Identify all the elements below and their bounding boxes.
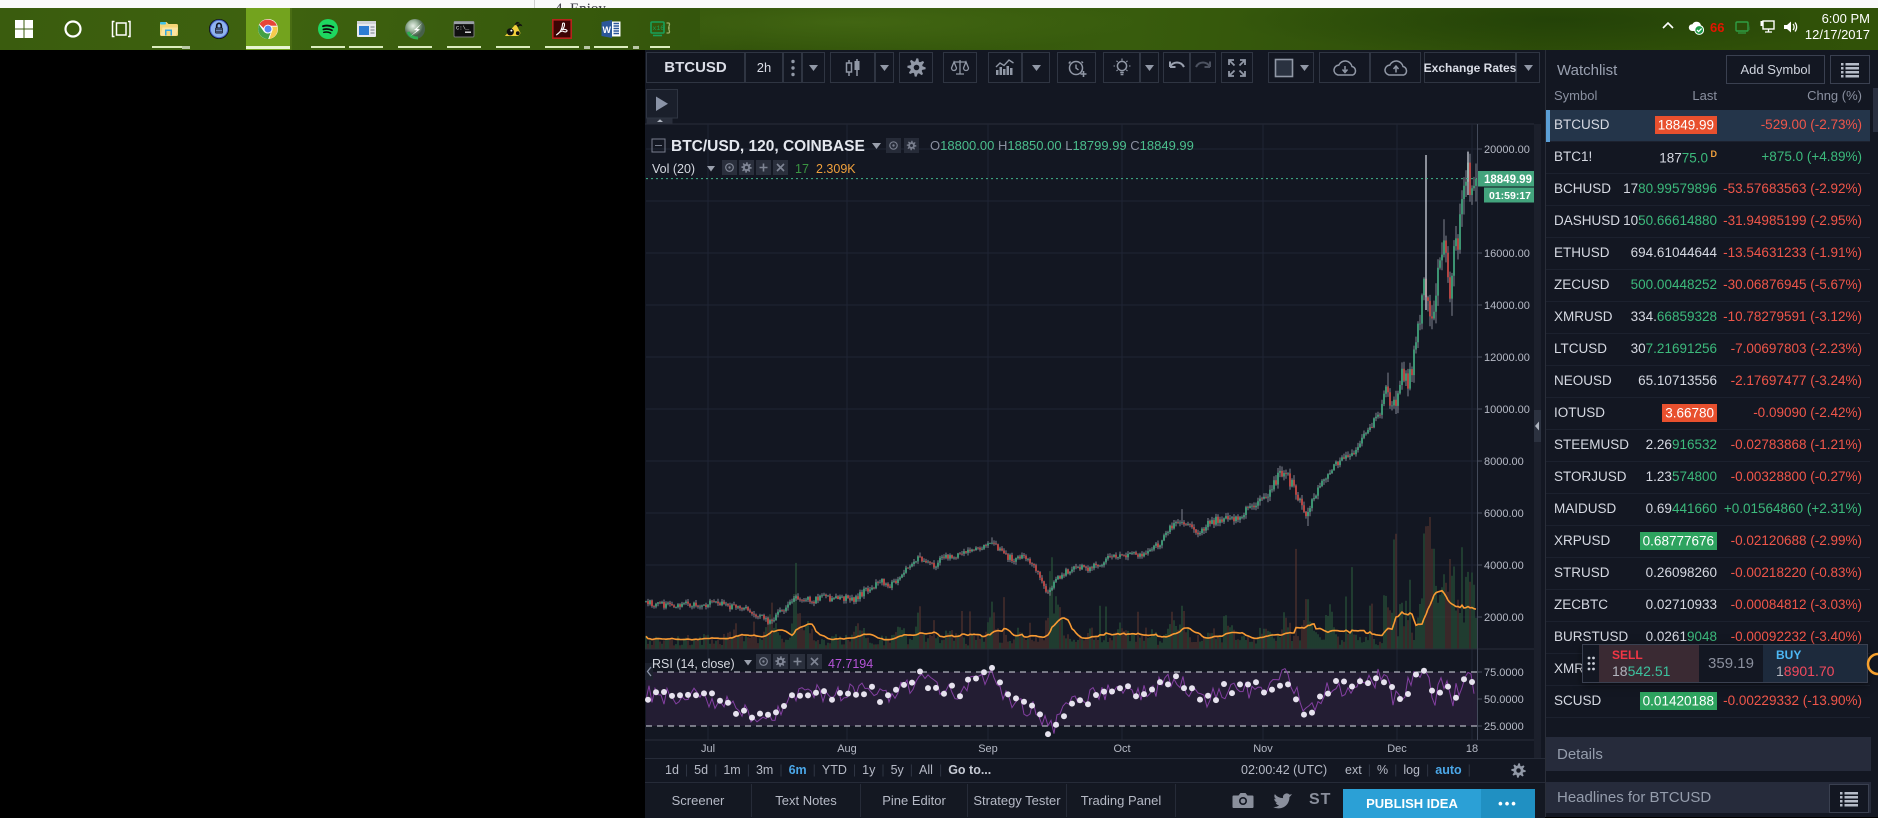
svg-text:75.0000: 75.0000 (1484, 667, 1524, 679)
svg-text:14000.00: 14000.00 (1484, 300, 1530, 312)
svg-text:Vol (20): Vol (20) (652, 162, 695, 176)
svg-text:RSI (14, close): RSI (14, close) (652, 657, 735, 671)
svg-text:47.7194: 47.7194 (828, 657, 873, 671)
svg-text:x16: x16 (652, 25, 664, 32)
svg-text:12000.00: 12000.00 (1484, 352, 1530, 364)
svg-text:8000.00: 8000.00 (1484, 456, 1524, 468)
svg-text:Oct: Oct (1113, 743, 1130, 755)
svg-text:2.309K: 2.309K (816, 162, 856, 176)
svg-text:Aug: Aug (837, 743, 857, 755)
svg-text:BTC/USD, 120, COINBASE: BTC/USD, 120, COINBASE (671, 138, 865, 155)
svg-text:01:59:17: 01:59:17 (1489, 190, 1531, 202)
svg-text:50.0000: 50.0000 (1484, 694, 1524, 706)
svg-text:10000.00: 10000.00 (1484, 404, 1530, 416)
svg-text:17: 17 (795, 162, 809, 176)
svg-text:20000.00: 20000.00 (1484, 144, 1530, 156)
svg-text:6000.00: 6000.00 (1484, 508, 1524, 520)
svg-text:25.0000: 25.0000 (1484, 721, 1524, 733)
svg-text:2000.00: 2000.00 (1484, 612, 1524, 624)
svg-text:Jul: Jul (701, 743, 715, 755)
svg-text:C:\_: C:\_ (456, 25, 470, 32)
svg-text:ℹ: ℹ (1748, 25, 1751, 32)
svg-text:Dec: Dec (1387, 743, 1407, 755)
svg-text:O18800.00 H18850.00 L18799.9: O18800.00 H18850.00 L18799.99 C18849.99 (930, 138, 1194, 153)
svg-text:18849.99: 18849.99 (1484, 174, 1532, 186)
svg-text:Sep: Sep (978, 743, 998, 755)
svg-text:W: W (603, 25, 612, 35)
svg-text:Nov: Nov (1253, 743, 1273, 755)
svg-text:16000.00: 16000.00 (1484, 248, 1530, 260)
svg-text:18: 18 (1466, 743, 1478, 755)
svg-text:4000.00: 4000.00 (1484, 560, 1524, 572)
